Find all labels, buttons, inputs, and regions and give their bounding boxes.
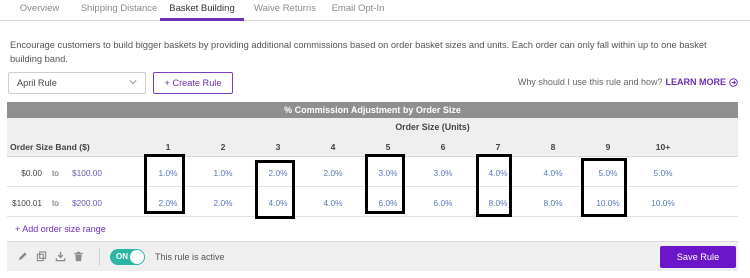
rule-select-value: April Rule [17,78,57,88]
commission-cell[interactable]: 6.0% [423,198,463,208]
highlight-box [476,154,512,217]
commission-cell[interactable]: 5.0% [643,168,683,178]
tab-basket-building[interactable]: Basket Building [160,0,244,21]
rule-select[interactable]: April Rule [8,72,146,94]
column-header: 3 [275,142,281,152]
commission-cell[interactable]: 2.0% [313,168,353,178]
toolbar-divider [99,248,100,266]
column-header: 10+ [655,142,671,152]
table-header: Order Size (Units) Order Size Band ($) 1… [7,118,738,157]
copy-icon[interactable] [36,251,47,262]
column-header: 4 [330,142,336,152]
rule-status: This rule is active [155,252,225,262]
units-header: Order Size (Units) [395,122,470,132]
save-rule-button[interactable]: Save Rule [660,246,736,268]
column-header: 8 [550,142,556,152]
commission-cell[interactable]: 10.0% [643,198,683,208]
commission-cell[interactable]: 3.0% [423,168,463,178]
toggle-knob [130,250,144,264]
download-icon[interactable] [55,251,66,262]
column-header: 5 [385,142,391,152]
trash-icon[interactable] [73,251,84,262]
table-title: % Commission Adjustment by Order Size [7,102,738,118]
description: Encourage customers to build bigger bask… [10,40,707,64]
active-toggle[interactable]: ON [110,249,145,265]
commission-table: % Commission Adjustment by Order Size Or… [7,102,738,219]
commission-cell[interactable]: 2.0% [203,198,243,208]
column-header: 7 [495,142,501,152]
tab-shipping-distance[interactable]: Shipping Distance [79,0,159,21]
help-question: Why should I use this rule and how? [517,77,663,87]
band-to[interactable]: $200.00 [72,198,102,208]
create-rule-button[interactable]: + Create Rule [153,72,233,94]
highlight-box [581,158,627,217]
band-from: $100.01 [12,198,42,208]
column-header: 1 [165,142,171,152]
column-header: 6 [440,142,446,152]
band-to[interactable]: $100.00 [72,168,102,178]
arrow-circle-right-icon[interactable] [729,77,738,87]
learn-more-link[interactable]: LEARN MORE [666,77,727,87]
help-row: Why should I use this rule and how? LEAR… [518,77,738,87]
commission-cell[interactable]: 4.0% [313,198,353,208]
pencil-icon[interactable] [17,251,28,262]
column-header: 9 [605,142,611,152]
footer-toolbar: ON This rule is active Save Rule [7,241,738,271]
commission-cell[interactable]: 8.0% [533,198,573,208]
add-order-size-range-link[interactable]: + Add order size range [15,224,106,234]
tab-email-opt-in[interactable]: Email Opt-In [327,0,389,21]
highlight-box [255,160,295,219]
tab-waive-returns[interactable]: Waive Returns [251,0,319,21]
tab-bar: Overview Shipping Distance Basket Buildi… [0,0,750,21]
highlight-box [365,154,405,214]
commission-cell[interactable]: 1.0% [203,168,243,178]
tab-overview[interactable]: Overview [12,0,67,21]
band-from: $0.00 [21,168,42,178]
chevron-down-icon [129,80,137,85]
column-header: 2 [220,142,226,152]
toggle-label: ON [116,252,128,261]
highlight-box [144,154,185,214]
band-to-label: to [52,198,59,208]
band-to-label: to [52,168,59,178]
band-header: Order Size Band ($) [10,142,90,152]
commission-cell[interactable]: 4.0% [533,168,573,178]
